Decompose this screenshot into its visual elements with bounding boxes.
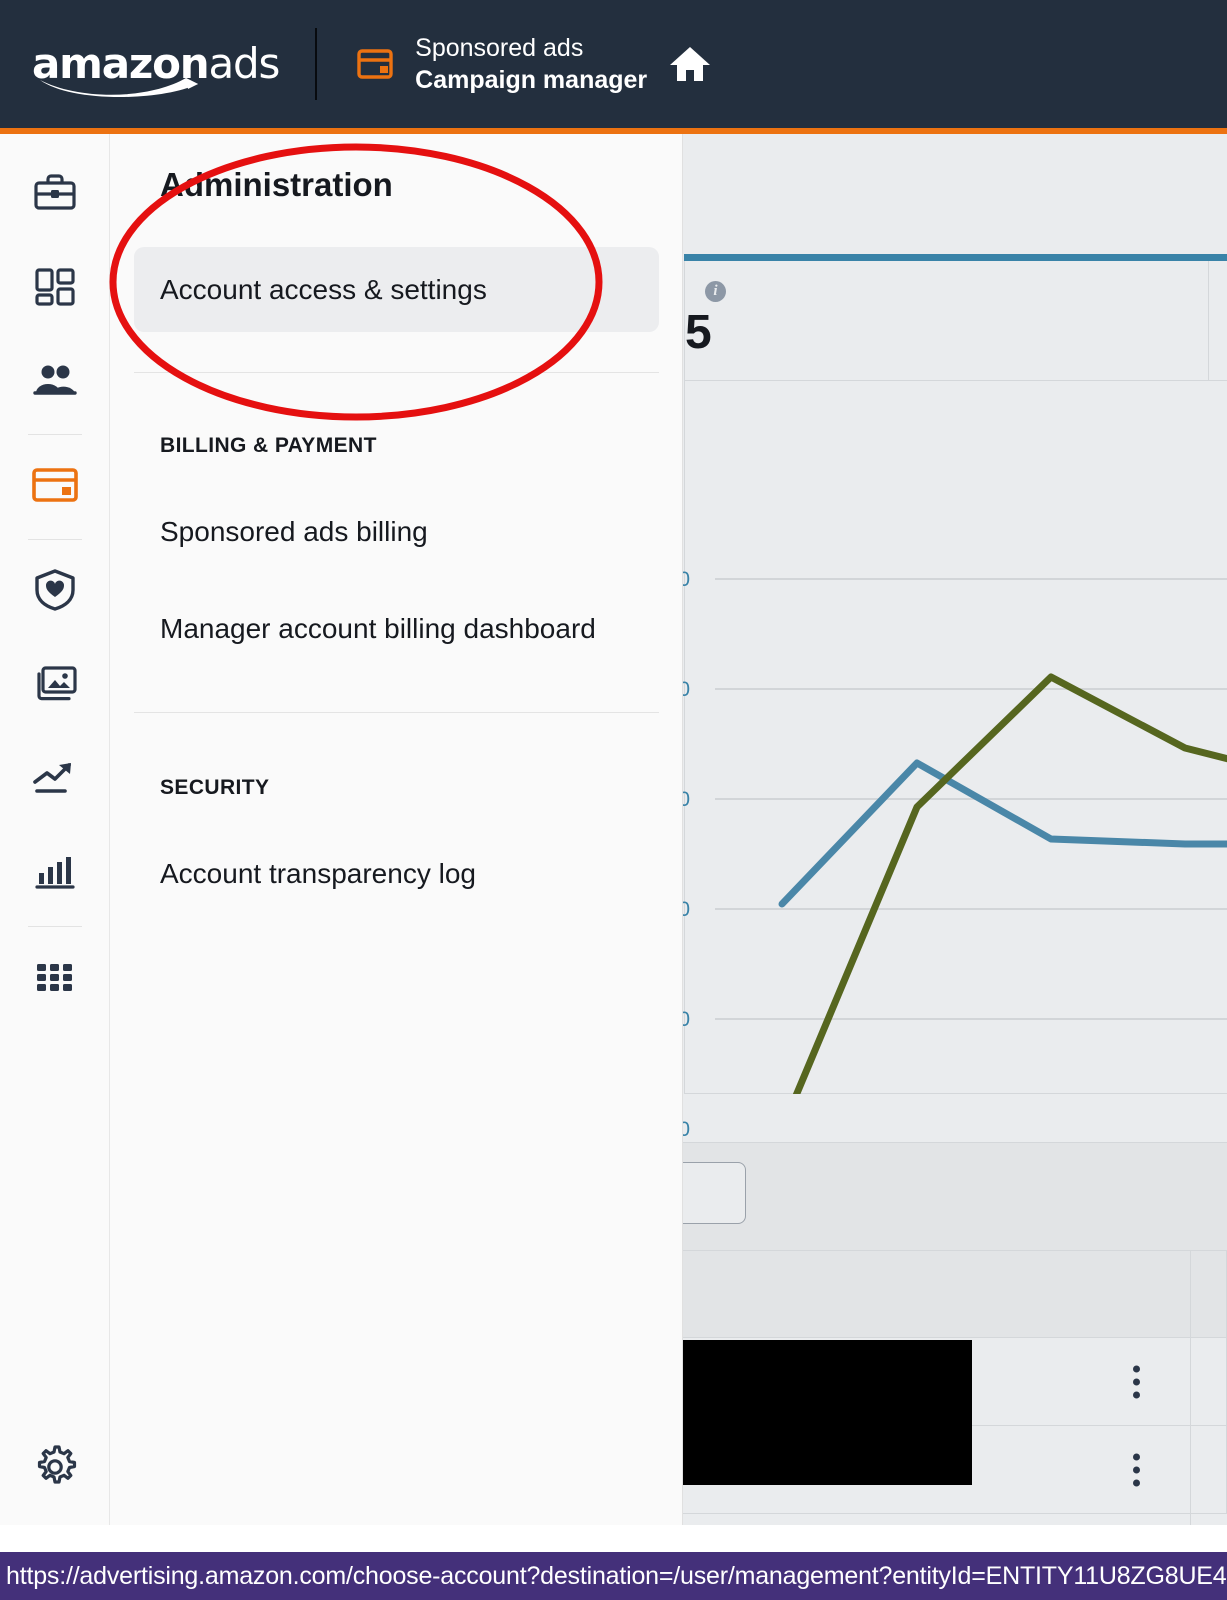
credit-card-icon [357,48,393,80]
rail-divider [27,926,82,927]
menu-item-sponsored-ads-billing[interactable]: Sponsored ads billing [160,516,428,548]
sidebar-item-audiences[interactable] [25,352,85,412]
menu-section-heading-billing: BILLING & PAYMENT [160,434,377,457]
credit-card-icon [31,467,78,508]
sidebar-item-reports[interactable] [25,844,85,904]
sidebar-item-campaigns[interactable] [25,258,85,318]
kebab-menu-icon[interactable] [1133,1365,1140,1398]
administration-flyout-menu: Administration Account access & settings… [110,134,683,1525]
sidebar-item-brand-safety[interactable] [25,562,85,622]
sidebar-item-creatives[interactable] [25,656,85,716]
menu-item-manager-account-billing-dashboard[interactable]: Manager account billing dashboard [160,613,596,645]
flyout-title: Administration [160,166,393,203]
sidebar-item-all-apps[interactable] [25,949,85,1009]
menu-item-label: Account access & settings [160,273,487,305]
gear-icon [32,1444,78,1495]
dashboard-grid-icon [34,266,76,311]
amazon-ads-logo[interactable]: amazonads [32,43,280,98]
home-icon[interactable] [669,45,711,83]
sidebar-item-portfolios[interactable] [25,164,85,224]
line-chart-plot [685,382,1227,1094]
briefcase-icon [33,172,77,217]
screen: amazonads Sponsored ads Campaign manager [0,0,1227,1600]
rail-divider [27,434,82,435]
status-bar-url: https://advertising.amazon.com/choose-ac… [6,1561,1227,1590]
header-titles: Sponsored ads Campaign manager [415,32,647,96]
shield-heart-icon [34,568,76,616]
menu-item-account-transparency-log[interactable]: Account transparency log [160,858,476,890]
series-blue-line [778,759,1227,908]
people-icon [32,363,77,402]
info-icon[interactable]: i [705,281,726,302]
logo-text-thin: ads [208,39,280,88]
icon-rail [0,134,110,1525]
bar-chart-icon [34,853,76,896]
header-title: Campaign manager [415,66,648,94]
kebab-menu-icon[interactable] [1133,1453,1140,1486]
amazon-smile-icon [38,76,204,98]
kpi-value: 5 [685,306,712,359]
app-header: amazonads Sponsored ads Campaign manager [0,0,1227,128]
menu-item-account-access-settings[interactable]: Account access & settings [134,247,659,332]
menu-divider [134,712,659,713]
apps-grid-icon [34,961,76,998]
kpi-strip: i 5 [685,261,1227,381]
table-column-divider [1190,1250,1191,1525]
header-divider [315,28,318,100]
kpi-cell: i 5 [685,261,1209,381]
sidebar-item-billing[interactable] [25,457,85,517]
media-images-icon [32,665,78,708]
rail-divider [27,539,82,540]
chart-card-accent-bar [684,254,1227,261]
trending-up-icon [32,760,78,801]
header-subtitle: Sponsored ads [415,34,584,62]
browser-status-bar: https://advertising.amazon.com/choose-ac… [0,1552,1227,1600]
menu-section-heading-security: SECURITY [160,776,270,799]
sidebar-item-insights[interactable] [25,750,85,810]
menu-divider [134,372,659,373]
sidebar-item-settings[interactable] [25,1439,85,1499]
series-olive-line [792,673,1227,1094]
